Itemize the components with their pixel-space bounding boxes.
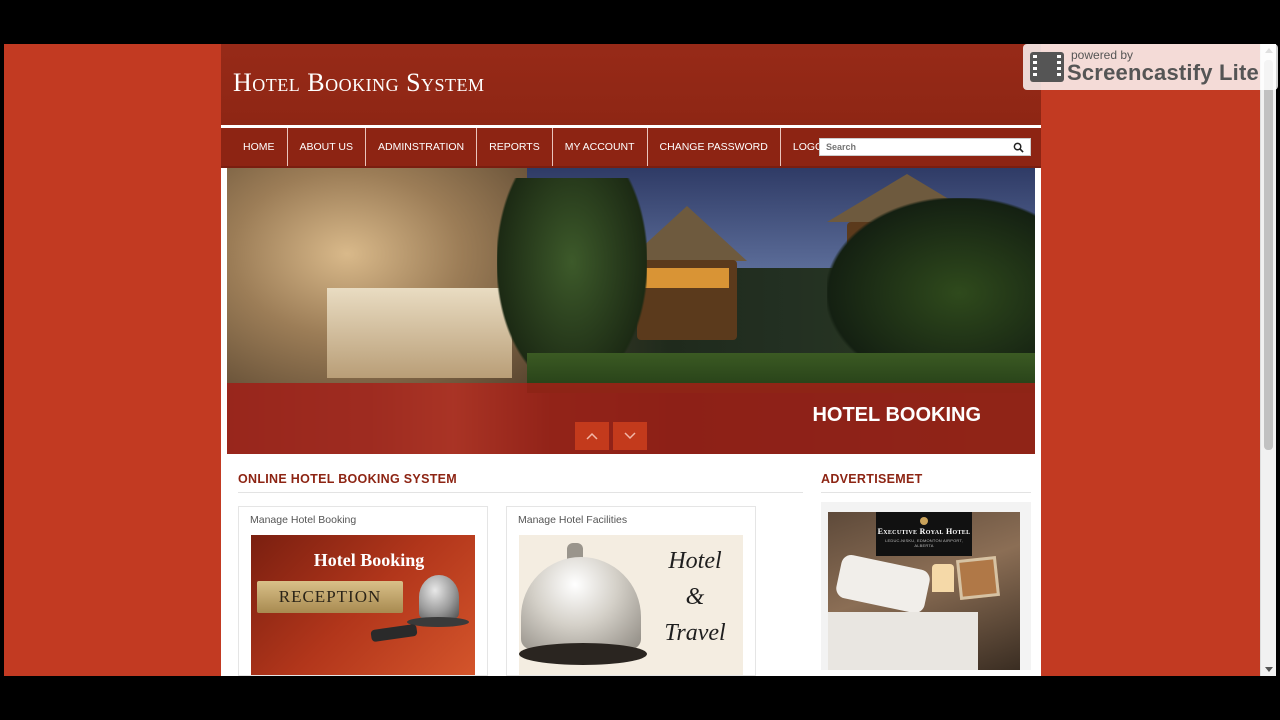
page-container: Hotel Booking System HOME ABOUT US ADMIN…: [221, 44, 1041, 676]
advertisement-image[interactable]: Executive Royal Hotel LEDUC-NISKU, EDMON…: [828, 512, 1020, 670]
nav-about-us[interactable]: ABOUT US: [288, 128, 366, 166]
logo-subtitle: LEDUC-NISKU, EDMONTON AIRPORT, ALBERTA: [885, 538, 963, 548]
wall-frame: [956, 556, 1000, 600]
nav-reports[interactable]: REPORTS: [477, 128, 553, 166]
nav-home[interactable]: HOME: [231, 128, 288, 166]
watermark-brand: Screencastify Lite: [1067, 60, 1259, 85]
bell-base: [407, 617, 469, 627]
banner-next-button[interactable]: [613, 422, 647, 450]
nav-my-account[interactable]: MY ACCOUNT: [553, 128, 648, 166]
main-content: ONLINE HOTEL BOOKING SYSTEM Manage Hotel…: [221, 454, 1041, 676]
main-nav: HOME ABOUT US ADMINSTRATION REPORTS MY A…: [221, 128, 1041, 168]
scrollbar-thumb[interactable]: [1264, 60, 1273, 450]
nav-administration[interactable]: ADMINSTRATION: [366, 128, 478, 166]
card-image-facilities[interactable]: Hotel & Travel: [519, 535, 743, 675]
bell-base: [519, 643, 647, 665]
advertisement-box[interactable]: Executive Royal Hotel LEDUC-NISKU, EDMON…: [821, 502, 1031, 670]
image-text-hotel-travel: Hotel & Travel: [664, 548, 726, 646]
card-title: Manage Hotel Facilities: [518, 514, 628, 526]
banner-reception-counter: [327, 288, 512, 378]
lamp-icon: [932, 564, 954, 592]
logo-mark-icon: [920, 517, 928, 525]
search-icon[interactable]: [1013, 142, 1024, 153]
search-input[interactable]: [820, 142, 1000, 152]
image-text-hotel-booking: Hotel Booking: [313, 549, 425, 570]
card-image-booking[interactable]: Hotel Booking RECEPTION: [251, 535, 475, 675]
screencastify-watermark: powered by Screencastify Lite: [1023, 44, 1278, 90]
section-title-ads: ADVERTISEMET: [821, 472, 923, 486]
hero-banner: HOTEL BOOKING: [227, 168, 1035, 454]
hotel-logo: Executive Royal Hotel LEDUC-NISKU, EDMON…: [876, 512, 972, 556]
banner-caption: HOTEL BOOKING: [812, 404, 981, 426]
chevron-down-icon: [624, 432, 636, 440]
logo-name: Executive Royal Hotel: [877, 527, 971, 536]
bed-sheet: [828, 612, 978, 670]
site-header: Hotel Booking System: [221, 44, 1041, 128]
scroll-down-arrow-icon[interactable]: [1265, 667, 1273, 672]
browser-viewport: Hotel Booking System HOME ABOUT US ADMIN…: [4, 44, 1260, 676]
card-manage-facilities[interactable]: Manage Hotel Facilities Hotel & Travel: [506, 506, 756, 676]
banner-window-light: [645, 268, 729, 288]
service-bell-icon: [521, 557, 641, 649]
card-manage-booking[interactable]: Manage Hotel Booking Hotel Booking RECEP…: [238, 506, 488, 676]
banner-prev-button[interactable]: [575, 422, 609, 450]
image-text-reception: RECEPTION: [257, 581, 403, 613]
card-title: Manage Hotel Booking: [250, 514, 357, 526]
keys-icon: [370, 623, 418, 643]
search-box: [819, 138, 1031, 156]
section-divider-main: [238, 492, 803, 493]
site-title: Hotel Booking System: [233, 68, 485, 97]
section-title-main: ONLINE HOTEL BOOKING SYSTEM: [238, 472, 457, 486]
pillow: [834, 553, 932, 615]
chevron-up-icon: [586, 432, 598, 440]
nav-change-password[interactable]: CHANGE PASSWORD: [648, 128, 781, 166]
vertical-scrollbar[interactable]: [1260, 44, 1276, 676]
service-bell-icon: [419, 575, 459, 619]
film-strip-icon: [1030, 52, 1064, 82]
section-divider-ads: [821, 492, 1031, 493]
